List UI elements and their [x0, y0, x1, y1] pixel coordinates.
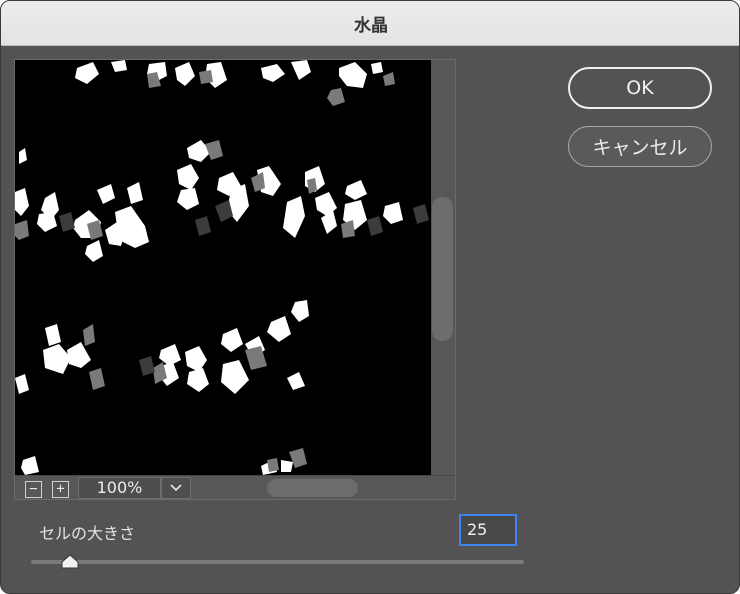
preview-image[interactable]	[15, 60, 431, 475]
preview-toolbar: − + 100%	[15, 475, 455, 499]
zoom-level-field[interactable]: 100%	[78, 477, 161, 499]
cell-size-input[interactable]: 25	[459, 514, 517, 546]
title-bar[interactable]: 水晶	[1, 1, 739, 46]
cell-size-label: セルの大きさ	[39, 524, 136, 543]
zoom-out-button[interactable]: −	[25, 481, 42, 498]
ok-button[interactable]: OK	[568, 67, 712, 109]
cancel-button[interactable]: キャンセル	[568, 126, 712, 167]
vertical-scroll-thumb[interactable]	[432, 197, 453, 341]
cell-size-slider[interactable]	[31, 560, 524, 564]
zoom-in-button[interactable]: +	[52, 481, 69, 498]
preview-panel: − + 100%	[14, 59, 456, 500]
zoom-dropdown-button[interactable]	[161, 477, 191, 499]
slider-thumb[interactable]	[61, 554, 79, 569]
horizontal-scroll-thumb[interactable]	[267, 479, 358, 497]
chevron-down-icon	[170, 484, 182, 492]
crystallize-dialog: 水晶 − + 100% OK キャンセル セルの大きさ 25	[0, 0, 740, 594]
dialog-title: 水晶	[354, 15, 388, 36]
